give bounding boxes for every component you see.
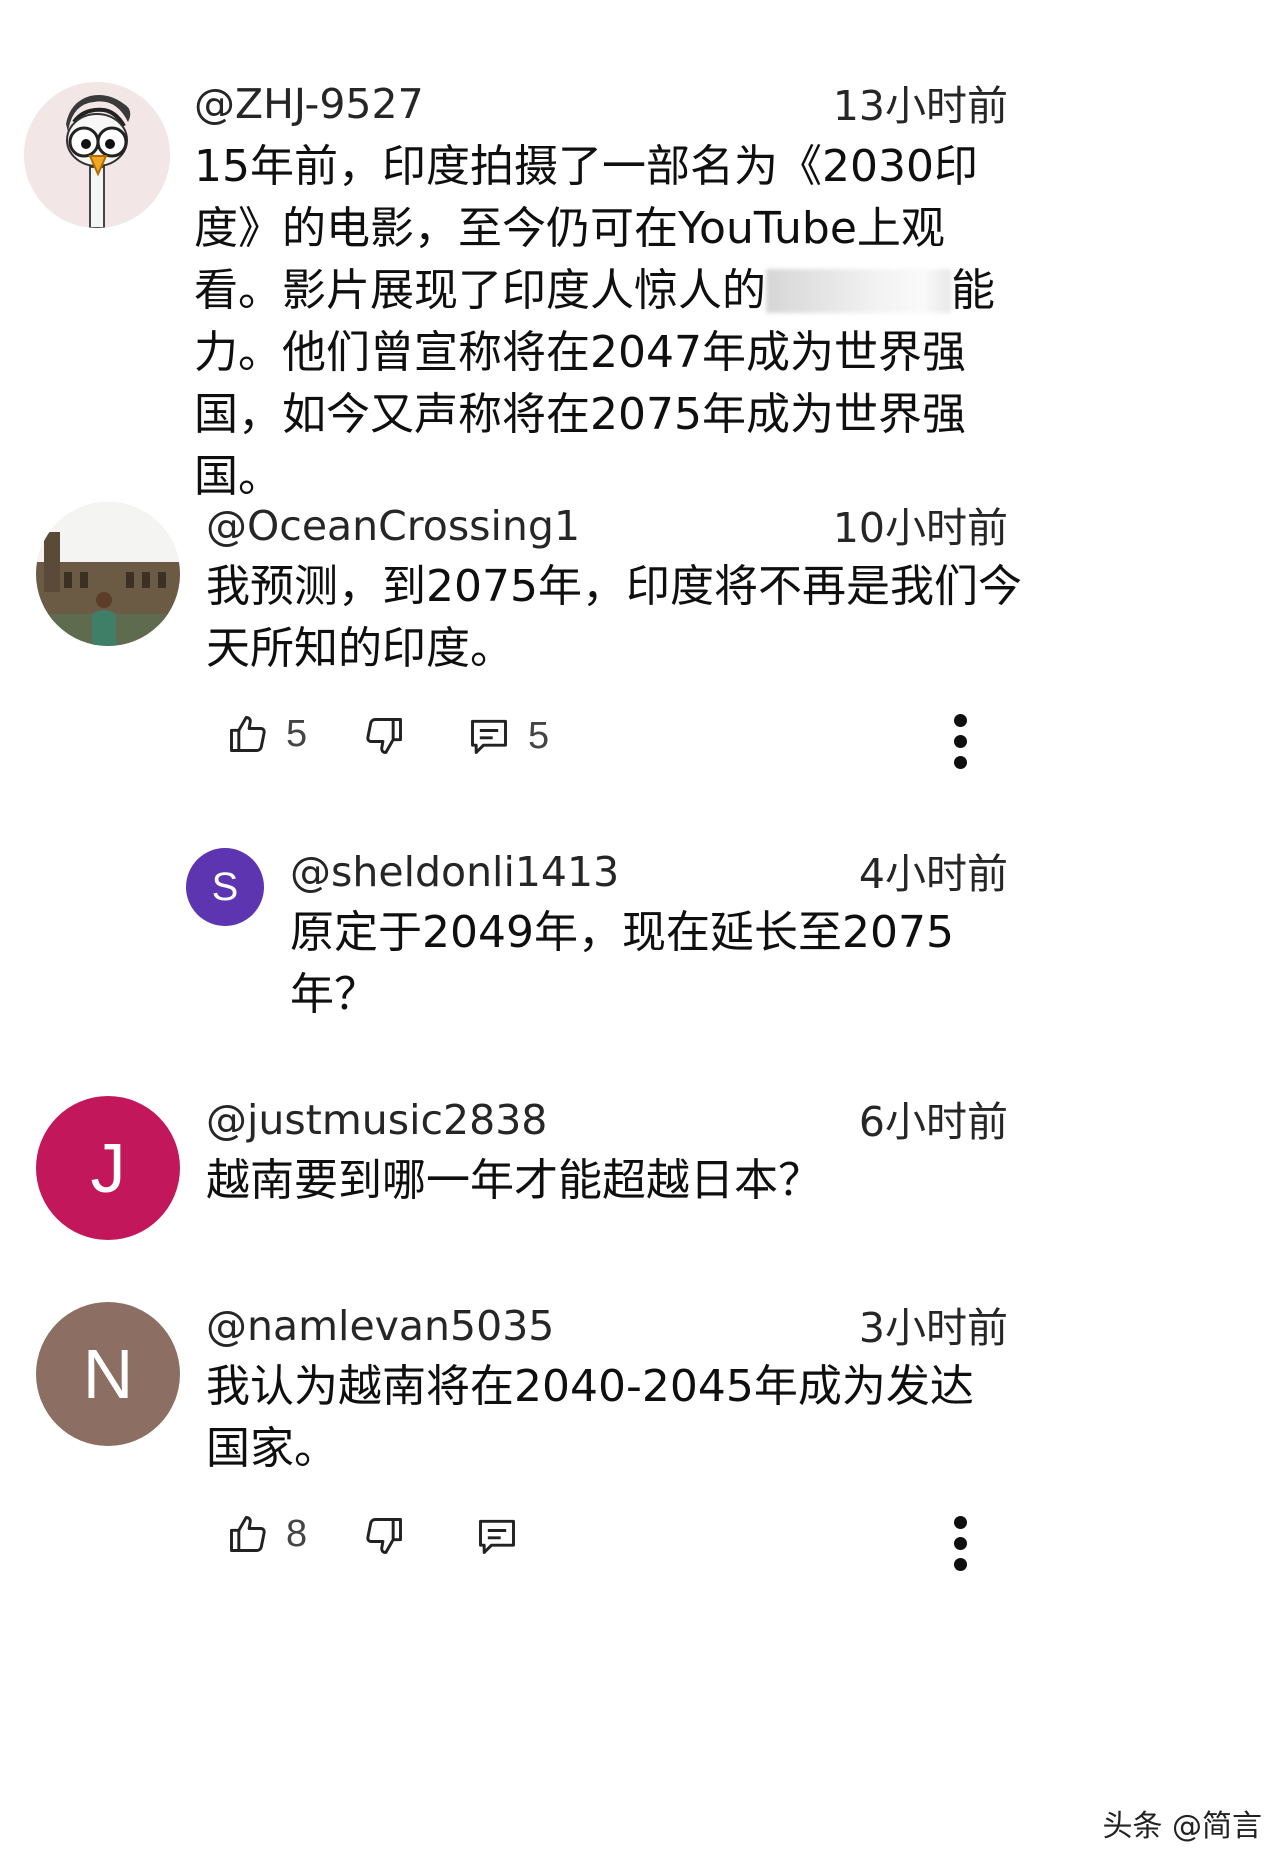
- reply-button[interactable]: 5: [466, 714, 549, 758]
- more-vertical-icon[interactable]: [950, 1516, 970, 1571]
- comment-author[interactable]: @ZHJ-9527: [194, 84, 424, 125]
- avatar-namlevan[interactable]: N: [36, 1302, 180, 1446]
- avatar-justmusic[interactable]: J: [36, 1096, 180, 1240]
- avatar-letter: N: [82, 1335, 134, 1413]
- comment-text: 原定于2049年，现在延长至2075年？: [290, 907, 954, 1020]
- dislike-button[interactable]: [362, 714, 406, 758]
- reply-button[interactable]: [474, 1514, 520, 1558]
- thumbs-down-icon: [366, 718, 402, 754]
- comment-text: 我认为越南将在2040-2045年成为发达国家。: [206, 1361, 974, 1474]
- comment-timestamp: 4小时前: [858, 850, 1008, 898]
- comment-timestamp: 6小时前: [858, 1098, 1008, 1146]
- redacted-blur: [766, 269, 951, 313]
- comment-author[interactable]: @justmusic2838: [206, 1100, 547, 1141]
- thumbs-up-icon: [230, 716, 266, 752]
- dislike-button[interactable]: [362, 1514, 406, 1558]
- comment-text: 我预测，到2075年，印度将不再是我们今天所知的印度。: [206, 561, 1022, 674]
- photo-avatar: [36, 502, 180, 646]
- thumbs-down-icon: [366, 1518, 402, 1554]
- avatar-sheldonli[interactable]: S: [186, 848, 264, 926]
- comment-author[interactable]: @OceanCrossing1: [206, 506, 580, 547]
- thumbs-up-icon: [230, 1516, 266, 1552]
- like-button[interactable]: 5: [226, 712, 307, 756]
- reply-count: 5: [528, 714, 550, 757]
- more-vertical-icon[interactable]: [950, 714, 970, 769]
- reply-comment-icon: [479, 1519, 515, 1554]
- cartoon-bird-icon: [24, 82, 170, 228]
- comment-timestamp: 13小时前: [832, 82, 1008, 130]
- comment-author[interactable]: @sheldonli1413: [290, 852, 619, 893]
- avatar-oceancrossing[interactable]: [36, 502, 180, 646]
- like-count: 5: [286, 712, 308, 755]
- avatar-zhj[interactable]: [24, 82, 170, 228]
- comment-author[interactable]: @namlevan5035: [206, 1306, 554, 1347]
- watermark: 头条 @简言: [1098, 1799, 1266, 1847]
- like-button[interactable]: 8: [226, 1512, 307, 1556]
- comment-timestamp: 3小时前: [858, 1304, 1008, 1352]
- like-count: 8: [286, 1512, 308, 1555]
- comment-timestamp: 10小时前: [832, 504, 1008, 552]
- avatar-letter: J: [90, 1129, 126, 1207]
- reply-comment-icon: [471, 719, 507, 754]
- comment-text: 越南要到哪一年才能超越日本？: [206, 1155, 822, 1206]
- comment-text: 15年前，印度拍摄了一部名为《2030印度》的电影，至今仍可在YouTube上观…: [194, 136, 1024, 508]
- avatar-letter: S: [211, 864, 239, 909]
